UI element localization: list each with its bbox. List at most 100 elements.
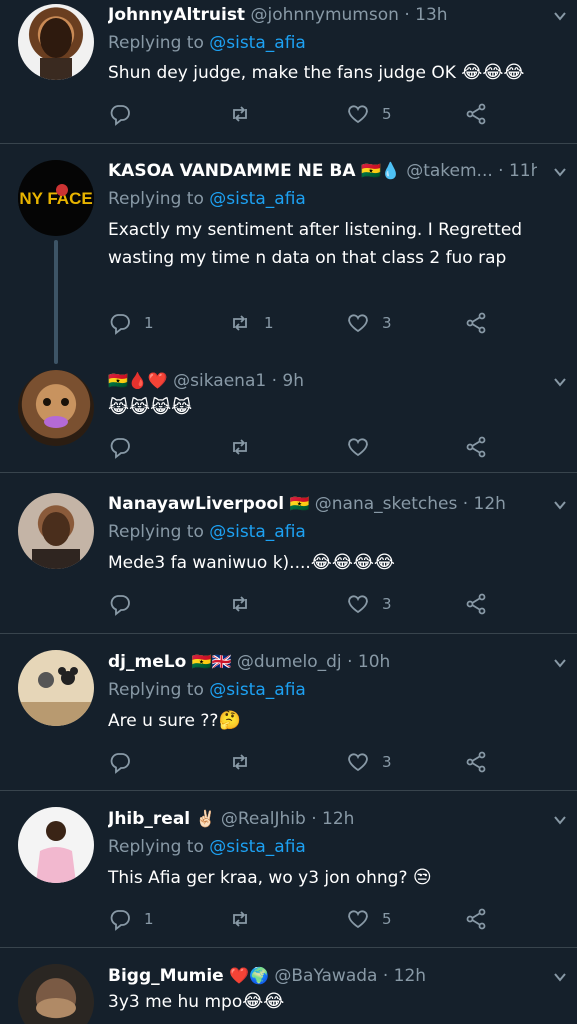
reply-button[interactable]: 1 xyxy=(108,906,154,932)
like-button[interactable]: 3 xyxy=(346,749,392,775)
tweet-5[interactable]: dj_meLo 🇬🇭🇬🇧 @dumelo_dj · 10h Replying t… xyxy=(0,634,577,790)
like-button[interactable] xyxy=(346,434,370,460)
handle[interactable]: @dumelo_dj xyxy=(237,652,342,672)
tweet-6[interactable]: Jhib_real ✌🏻 @RealJhib · 12h Replying to… xyxy=(0,791,577,947)
tweet-4[interactable]: NanayawLiverpool 🇬🇭 @nana_sketches · 12h… xyxy=(0,473,577,633)
avatar[interactable] xyxy=(18,964,94,1024)
mention-link[interactable]: @sista_afia xyxy=(209,837,306,857)
tweet-emoji: 😂😂😂 xyxy=(461,62,525,83)
avatar[interactable] xyxy=(18,650,94,726)
chevron-down-icon[interactable] xyxy=(553,498,567,512)
chevron-down-icon[interactable] xyxy=(553,970,567,984)
replying-to: Replying to @sista_afia xyxy=(108,186,306,212)
like-button[interactable]: 3 xyxy=(346,310,392,336)
tweet-body: Shun dey judge, make the fans judge OK xyxy=(108,63,456,83)
handle[interactable]: @nana_sketches xyxy=(315,494,458,514)
tweet-emoji: 😂😂 xyxy=(242,991,285,1012)
like-button[interactable]: 5 xyxy=(346,906,392,932)
tweet-text: Are u sure ??🤔 xyxy=(108,707,569,735)
chevron-down-icon[interactable] xyxy=(553,656,567,670)
display-name[interactable]: Bigg_Mumie xyxy=(108,966,224,986)
chevron-down-icon[interactable] xyxy=(553,9,567,23)
avatar-cartoon-icon xyxy=(18,667,94,726)
reply-icon xyxy=(110,753,130,774)
reply-button[interactable] xyxy=(108,434,132,460)
retweet-button[interactable]: 1 xyxy=(228,310,274,336)
share-button[interactable] xyxy=(464,591,488,617)
tweet-7[interactable]: Bigg_Mumie ❤️🌍 @BaYawada · 12h 3y3 me hu… xyxy=(0,948,577,1024)
display-name[interactable]: Jhib_real xyxy=(108,809,190,829)
timestamp[interactable]: 11h xyxy=(509,161,537,181)
display-name[interactable]: dj_meLo xyxy=(108,652,186,672)
share-button[interactable] xyxy=(464,906,488,932)
separator-dot: · xyxy=(498,161,504,181)
action-bar: 3 xyxy=(108,749,488,775)
avatar[interactable] xyxy=(18,807,94,883)
avatar[interactable] xyxy=(18,493,94,569)
display-name[interactable]: KASOA VANDAMME NE BA xyxy=(108,161,356,181)
reply-icon xyxy=(110,105,130,126)
handle[interactable]: @RealJhib xyxy=(221,809,306,829)
tweet-3[interactable]: 🇬🇭🩸❤️ @sikaena1 · 9h 😹😹😹😹 xyxy=(0,360,577,472)
separator-dot: · xyxy=(347,652,353,672)
action-bar: 5 xyxy=(108,101,488,127)
retweet-icon xyxy=(233,106,247,122)
avatar[interactable] xyxy=(18,4,94,80)
share-button[interactable] xyxy=(464,101,488,127)
display-name[interactable]: JohnnyAltruist xyxy=(108,5,245,25)
reply-button[interactable] xyxy=(108,749,132,775)
avatar[interactable]: NY FACE xyxy=(18,160,94,236)
mention-link[interactable]: @sista_afia xyxy=(209,522,306,542)
avatar[interactable] xyxy=(18,370,94,446)
reply-button[interactable] xyxy=(108,591,132,617)
timestamp[interactable]: 10h xyxy=(358,652,390,672)
like-count: 5 xyxy=(382,105,392,123)
handle[interactable]: @takem... xyxy=(406,161,493,181)
retweet-button[interactable] xyxy=(228,591,252,617)
retweet-button[interactable] xyxy=(228,101,264,127)
thread-line xyxy=(54,240,58,364)
handle[interactable]: @sikaena1 xyxy=(173,371,266,391)
like-button[interactable]: 3 xyxy=(346,591,392,617)
like-button[interactable]: 5 xyxy=(346,101,392,127)
timestamp[interactable]: 12h xyxy=(474,494,506,514)
heart-icon xyxy=(348,314,368,333)
tweet-text: 3y3 me hu mpo😂😂 xyxy=(108,988,569,1016)
replying-to: Replying to @sista_afia xyxy=(108,677,306,703)
retweet-button[interactable] xyxy=(228,749,252,775)
display-name[interactable]: NanayawLiverpool xyxy=(108,494,284,514)
retweet-count: 1 xyxy=(264,314,274,332)
tweet-emoji: 😹😹😹😹 xyxy=(108,397,193,418)
timestamp[interactable]: 9h xyxy=(282,371,304,391)
handle[interactable]: @BaYawada xyxy=(274,966,377,986)
chevron-down-icon[interactable] xyxy=(553,375,567,389)
avatar-portrait-icon xyxy=(32,512,80,569)
retweet-icon xyxy=(233,315,247,331)
reply-button[interactable] xyxy=(108,101,144,127)
mention-link[interactable]: @sista_afia xyxy=(209,33,306,53)
share-button[interactable] xyxy=(464,434,488,460)
mention-link[interactable]: @sista_afia xyxy=(209,189,306,209)
share-icon xyxy=(466,312,486,334)
replying-to: Replying to @sista_afia xyxy=(108,519,306,545)
avatar-portrait-icon xyxy=(36,821,76,883)
timestamp[interactable]: 12h xyxy=(322,809,354,829)
retweet-button[interactable] xyxy=(228,906,252,932)
timestamp[interactable]: 13h xyxy=(415,5,447,25)
handle[interactable]: @johnnymumson xyxy=(250,5,398,25)
share-button[interactable] xyxy=(464,749,488,775)
timestamp[interactable]: 12h xyxy=(394,966,426,986)
share-button[interactable] xyxy=(464,310,488,336)
tweet-2[interactable]: NY FACE KASOA VANDAMME NE BA 🇬🇭💧 @takem.… xyxy=(0,144,577,364)
tweet-emoji: 😒 xyxy=(412,867,432,888)
mention-link[interactable]: @sista_afia xyxy=(209,680,306,700)
tweet-1[interactable]: JohnnyAltruist @johnnymumson · 13h Reply… xyxy=(0,0,577,143)
replying-to: Replying to @sista_afia xyxy=(108,834,306,860)
tweet-text: This Afia ger kraa, wo y3 jon ohng? 😒 xyxy=(108,864,569,892)
share-icon xyxy=(466,751,486,773)
retweet-button[interactable] xyxy=(228,434,252,460)
share-icon xyxy=(466,103,486,125)
chevron-down-icon[interactable] xyxy=(553,813,567,827)
chevron-down-icon[interactable] xyxy=(553,165,567,179)
reply-button[interactable]: 1 xyxy=(108,310,154,336)
